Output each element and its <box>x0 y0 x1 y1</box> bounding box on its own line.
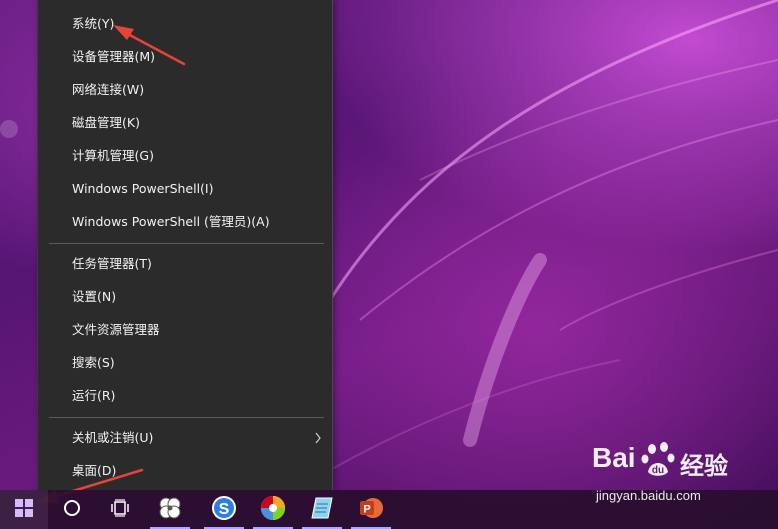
menu-item-powershell[interactable]: Windows PowerShell(I) <box>38 173 332 205</box>
cortana-circle-icon <box>63 499 81 521</box>
sogou-s-icon: S <box>211 495 237 525</box>
baidu-paw-icon: du <box>641 442 675 476</box>
menu-item-shutdown-signout[interactable]: 关机或注销(U) <box>38 422 332 454</box>
cortana-button[interactable] <box>48 490 96 529</box>
watermark-brand: Bai <box>592 442 636 473</box>
menu-item-powershell-admin[interactable]: Windows PowerShell (管理员)(A) <box>38 206 332 238</box>
menu-item-label: 桌面(D) <box>72 463 117 478</box>
taskbar-app-sogou[interactable]: S <box>200 490 248 529</box>
menu-item-label: 网络连接(W) <box>72 82 145 97</box>
svg-text:du: du <box>652 465 664 476</box>
menu-item-task-manager[interactable]: 任务管理器(T) <box>38 248 332 280</box>
menu-item-label: 系统(Y) <box>72 16 115 31</box>
menu-item-label: 设置(N) <box>72 289 117 304</box>
svg-text:P: P <box>363 503 370 515</box>
menu-item-label: Windows PowerShell(I) <box>72 181 214 196</box>
winx-context-menu: 系统(Y) 设备管理器(M) 网络连接(W) 磁盘管理(K) 计算机管理(G) … <box>37 0 333 490</box>
menu-item-label: 关机或注销(U) <box>72 430 154 445</box>
menu-separator <box>49 243 324 244</box>
svg-text:S: S <box>219 501 230 518</box>
menu-item-network-connections[interactable]: 网络连接(W) <box>38 74 332 106</box>
taskbar-app-notepad[interactable] <box>298 490 346 529</box>
notepad-app-icon <box>310 496 334 524</box>
taskbar-app-powerpoint[interactable]: P <box>347 490 395 529</box>
task-view-button[interactable] <box>96 490 144 529</box>
powerpoint-icon: P <box>358 495 384 525</box>
menu-item-run[interactable]: 运行(R) <box>38 380 332 412</box>
baidu-jingyan-watermark: Bai du 经验 jingyan.baidu.com <box>592 440 772 503</box>
menu-item-settings[interactable]: 设置(N) <box>38 281 332 313</box>
menu-item-label: 计算机管理(G) <box>72 148 154 163</box>
watermark-url: jingyan.baidu.com <box>596 488 701 503</box>
pinwheel-app-icon <box>158 496 182 524</box>
menu-item-label: 磁盘管理(K) <box>72 115 140 130</box>
menu-item-label: 任务管理器(T) <box>72 256 152 271</box>
menu-separator <box>49 417 324 418</box>
menu-item-label: 设备管理器(M) <box>72 49 156 64</box>
task-view-icon <box>110 498 130 521</box>
menu-item-file-explorer[interactable]: 文件资源管理器 <box>38 314 332 346</box>
menu-item-computer-management[interactable]: 计算机管理(G) <box>38 140 332 172</box>
color-wheel-app-icon <box>260 495 286 525</box>
start-button[interactable] <box>0 490 48 529</box>
windows-start-icon <box>15 498 33 521</box>
menu-item-search[interactable]: 搜索(S) <box>38 347 332 379</box>
menu-item-device-manager[interactable]: 设备管理器(M) <box>38 41 332 73</box>
menu-item-label: 文件资源管理器 <box>72 322 160 337</box>
menu-item-label: 搜索(S) <box>72 355 115 370</box>
menu-item-label: Windows PowerShell (管理员)(A) <box>72 214 270 229</box>
taskbar-app-color-wheel[interactable] <box>249 490 297 529</box>
menu-item-desktop[interactable]: 桌面(D) <box>38 455 332 487</box>
menu-item-disk-management[interactable]: 磁盘管理(K) <box>38 107 332 139</box>
menu-item-system[interactable]: 系统(Y) <box>38 8 332 40</box>
taskbar-app-pinwheel[interactable] <box>146 490 194 529</box>
menu-item-label: 运行(R) <box>72 388 116 403</box>
watermark-brand-suffix: 经验 <box>680 452 728 480</box>
